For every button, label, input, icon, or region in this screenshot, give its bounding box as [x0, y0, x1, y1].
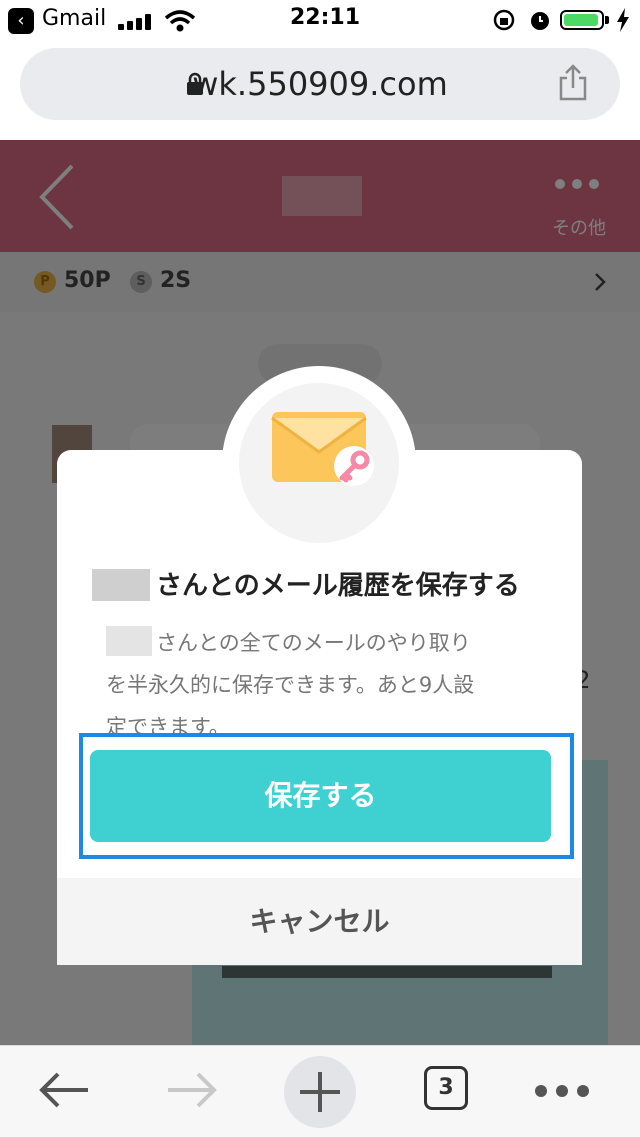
- save-button[interactable]: 保存する: [90, 750, 551, 842]
- clock: 22:11: [290, 5, 361, 30]
- cellular-signal-icon: [118, 14, 152, 30]
- modal-title: さんとのメール履歴を保存する: [90, 565, 560, 602]
- cancel-button[interactable]: キャンセル: [57, 878, 582, 965]
- envelope-key-icon: [271, 412, 374, 486]
- battery-tip: [605, 16, 609, 24]
- url-text[interactable]: wk.550909.com: [20, 48, 620, 120]
- back-app-name[interactable]: Gmail: [42, 6, 106, 31]
- tabs-button[interactable]: 3: [424, 1066, 468, 1110]
- redacted-name: [92, 569, 150, 601]
- back-icon[interactable]: [38, 1070, 90, 1110]
- rotation-lock-icon: [493, 9, 515, 31]
- redacted-name-2: [106, 626, 152, 656]
- address-bar[interactable]: wk.550909.com: [20, 48, 620, 120]
- alarm-icon: [531, 12, 549, 30]
- status-bar: ‹ Gmail 22:11: [0, 0, 640, 40]
- back-to-app-icon[interactable]: ‹: [8, 8, 34, 34]
- desc-line-2: を半永久的に保存できます。あと9人設: [106, 673, 475, 697]
- battery-icon: [560, 10, 604, 30]
- lock-icon: [187, 72, 203, 95]
- modal-description: さんとの全てのメールのやり取り を半永久的に保存できます。あと9人設 定できます…: [106, 622, 546, 748]
- desc-line-1: さんとの全てのメールのやり取り: [156, 631, 471, 655]
- modal-title-text: さんとのメール履歴を保存する: [156, 571, 520, 601]
- plus-icon: [300, 1072, 340, 1112]
- wifi-icon: [164, 10, 196, 32]
- menu-dots-icon[interactable]: [534, 1084, 590, 1098]
- forward-icon[interactable]: [166, 1070, 218, 1110]
- charging-icon: [617, 8, 629, 32]
- share-icon[interactable]: [556, 64, 590, 102]
